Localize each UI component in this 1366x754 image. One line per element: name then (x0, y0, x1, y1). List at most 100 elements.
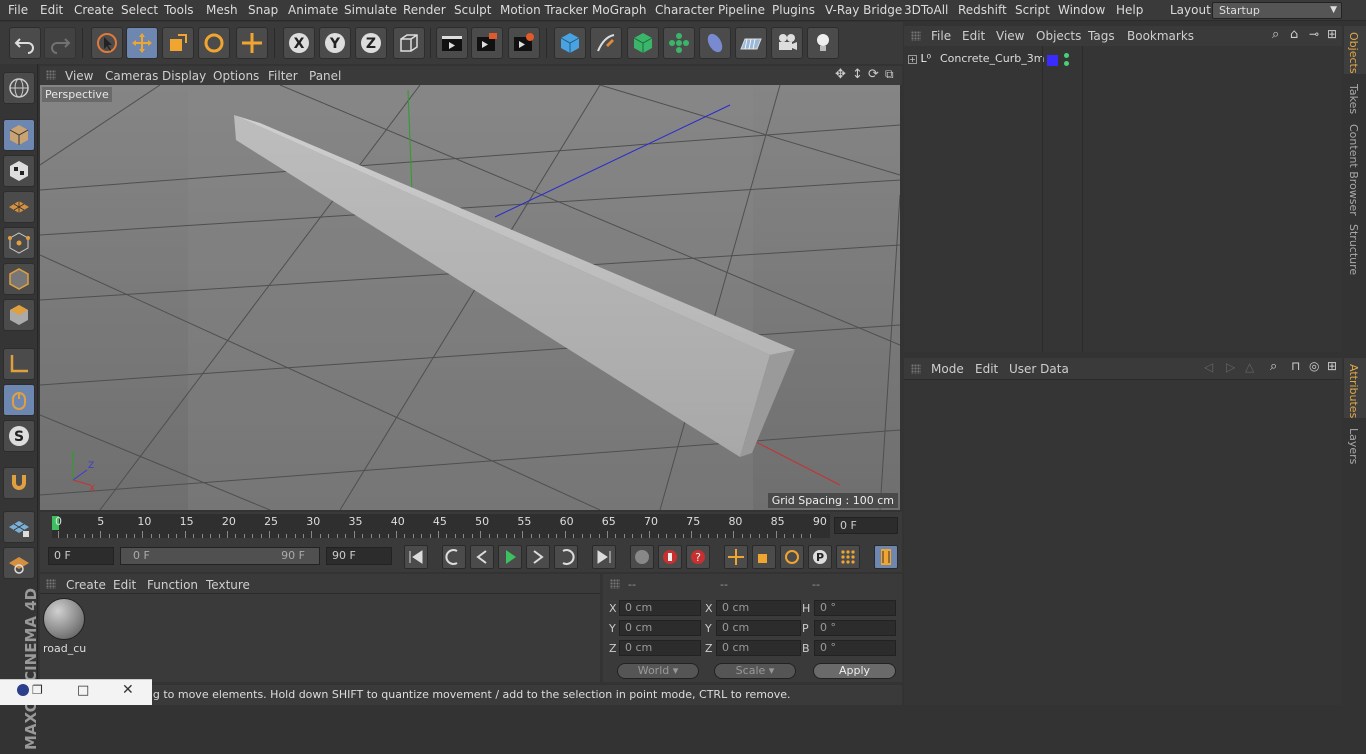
light-button[interactable] (807, 27, 839, 59)
menu-simulate[interactable]: Simulate (344, 3, 397, 17)
solo-button[interactable]: S (3, 420, 35, 452)
arrow-icon[interactable]: ⊸ (1309, 27, 1319, 41)
material-menu-edit[interactable]: Edit (113, 578, 136, 592)
redo-button[interactable] (44, 27, 76, 59)
prev-key-button[interactable] (442, 545, 466, 569)
scale-tool-button[interactable] (162, 27, 194, 59)
position-y-field[interactable]: 0 cm (619, 620, 701, 636)
restore-icon[interactable]: ❐ (32, 683, 43, 697)
key-parameter-button[interactable]: P (808, 545, 832, 569)
axis-mode-button[interactable] (3, 348, 35, 380)
menu-redshift[interactable]: Redshift (958, 3, 1007, 17)
menu-snap[interactable]: Snap (248, 3, 278, 17)
goto-end-button[interactable] (592, 545, 616, 569)
render-picture-viewer-button[interactable] (471, 27, 503, 59)
render-view-button[interactable] (436, 27, 468, 59)
home-icon[interactable]: ⌂ (1290, 27, 1298, 42)
menu-animate[interactable]: Animate (288, 3, 338, 17)
layout-dropdown[interactable]: Startup ▼ (1212, 2, 1342, 19)
model-mode-button[interactable] (3, 119, 35, 151)
play-button[interactable] (498, 545, 522, 569)
menu-3dtoall[interactable]: 3DToAll (904, 3, 948, 17)
polygon-mode-button[interactable] (3, 299, 35, 331)
menu-edit[interactable]: Edit (40, 3, 63, 17)
am-menu-user-data[interactable]: User Data (1009, 362, 1069, 376)
material-menu-create[interactable]: Create (66, 578, 106, 592)
om-menu-objects[interactable]: Objects (1036, 29, 1081, 43)
material-item[interactable]: road_cu (43, 598, 87, 656)
menu-script[interactable]: Script (1015, 3, 1050, 17)
timeline-window-button[interactable] (874, 545, 898, 569)
om-menu-view[interactable]: View (996, 29, 1024, 43)
edge-mode-button[interactable] (3, 263, 35, 295)
cloner-button[interactable] (663, 27, 695, 59)
rotation-b-field[interactable]: 0 ° (814, 640, 896, 656)
prev-frame-button[interactable] (470, 545, 494, 569)
key-pla-button[interactable] (836, 545, 860, 569)
menu-character[interactable]: Character (655, 3, 714, 17)
am-menu-mode[interactable]: Mode (931, 362, 964, 376)
record-keys-button[interactable] (630, 545, 654, 569)
lock-icon[interactable]: ⊓ (1291, 359, 1300, 373)
tab-layers[interactable]: Layers (1347, 428, 1360, 464)
end-frame-field[interactable]: 90 F (326, 547, 392, 565)
material-menu-texture[interactable]: Texture (206, 578, 250, 592)
menu-window[interactable]: Window (1058, 3, 1105, 17)
search-icon[interactable]: ⌕ (1272, 27, 1279, 42)
current-frame-field[interactable]: 0 F (834, 517, 898, 534)
subdivision-button[interactable] (627, 27, 659, 59)
key-position-button[interactable] (724, 545, 748, 569)
size-mode-dropdown[interactable]: Scale ▾ (714, 663, 796, 679)
make-editable-button[interactable] (3, 72, 35, 104)
om-menu-file[interactable]: File (931, 29, 951, 43)
viewport-menu-view[interactable]: View (65, 69, 93, 83)
y-axis-button[interactable]: Y (319, 27, 351, 59)
viewport-menu-filter[interactable]: Filter (268, 69, 298, 83)
menu-file[interactable]: File (8, 3, 28, 17)
pen-button[interactable] (590, 27, 622, 59)
menu-plugins[interactable]: Plugins (772, 3, 815, 17)
om-menu-edit[interactable]: Edit (962, 29, 985, 43)
floor-button[interactable] (735, 27, 767, 59)
size-x-field[interactable]: 0 cm (716, 600, 801, 616)
rotation-p-field[interactable]: 0 ° (814, 620, 896, 636)
position-z-field[interactable]: 0 cm (619, 640, 701, 656)
live-selection-button[interactable] (91, 27, 123, 59)
undo-button[interactable] (9, 27, 41, 59)
menu-pipeline[interactable]: Pipeline (718, 3, 765, 17)
editor-visibility-dot[interactable] (1064, 53, 1069, 58)
next-key-button[interactable] (554, 545, 578, 569)
timeline-ruler[interactable]: 0 5 10 15 20 25 30 35 40 45 50 55 60 65 70 75 80 85 90 (52, 514, 830, 538)
move-tool-button[interactable] (126, 27, 158, 59)
tab-attributes[interactable]: Attributes (1347, 364, 1360, 418)
menu-mesh[interactable]: Mesh (206, 3, 238, 17)
tab-takes[interactable]: Takes (1347, 84, 1360, 114)
viewport-maximize-icon[interactable]: ⧉ (885, 67, 894, 82)
close-icon[interactable]: ✕ (122, 682, 134, 698)
maximize-icon[interactable]: □ (77, 683, 89, 698)
cube-button[interactable] (554, 27, 586, 59)
layer-color-swatch[interactable] (1047, 55, 1058, 66)
workplane-rotate-button[interactable] (3, 547, 35, 579)
tweak-mode-button[interactable] (3, 384, 35, 416)
viewport-menu-options[interactable]: Options (213, 69, 259, 83)
new-panel-icon[interactable]: ⊞ (1327, 359, 1337, 373)
z-axis-button[interactable]: Z (355, 27, 387, 59)
viewport-rotate-icon[interactable]: ⟳ (868, 67, 879, 82)
tab-structure[interactable]: Structure (1347, 224, 1360, 275)
auto-key-button[interactable] (658, 545, 682, 569)
menu-help[interactable]: Help (1116, 3, 1143, 17)
snap-button[interactable] (3, 467, 35, 499)
new-panel-icon[interactable]: ⊞ (1327, 27, 1337, 41)
keyframe-selection-button[interactable]: ? (686, 545, 710, 569)
size-z-field[interactable]: 0 cm (716, 640, 801, 656)
target-icon[interactable]: ◎ (1309, 359, 1319, 373)
workplane-mode-button[interactable] (3, 191, 35, 223)
object-row[interactable]: + L⁰ Concrete_Curb_3m (908, 52, 1044, 68)
menu-sculpt[interactable]: Sculpt (454, 3, 491, 17)
key-scale-button[interactable] (752, 545, 776, 569)
frame-range-slider[interactable]: 0 F 90 F (120, 547, 320, 565)
rotation-h-field[interactable]: 0 ° (814, 600, 896, 616)
apply-button[interactable]: Apply (813, 663, 896, 679)
texture-mode-button[interactable] (3, 155, 35, 187)
